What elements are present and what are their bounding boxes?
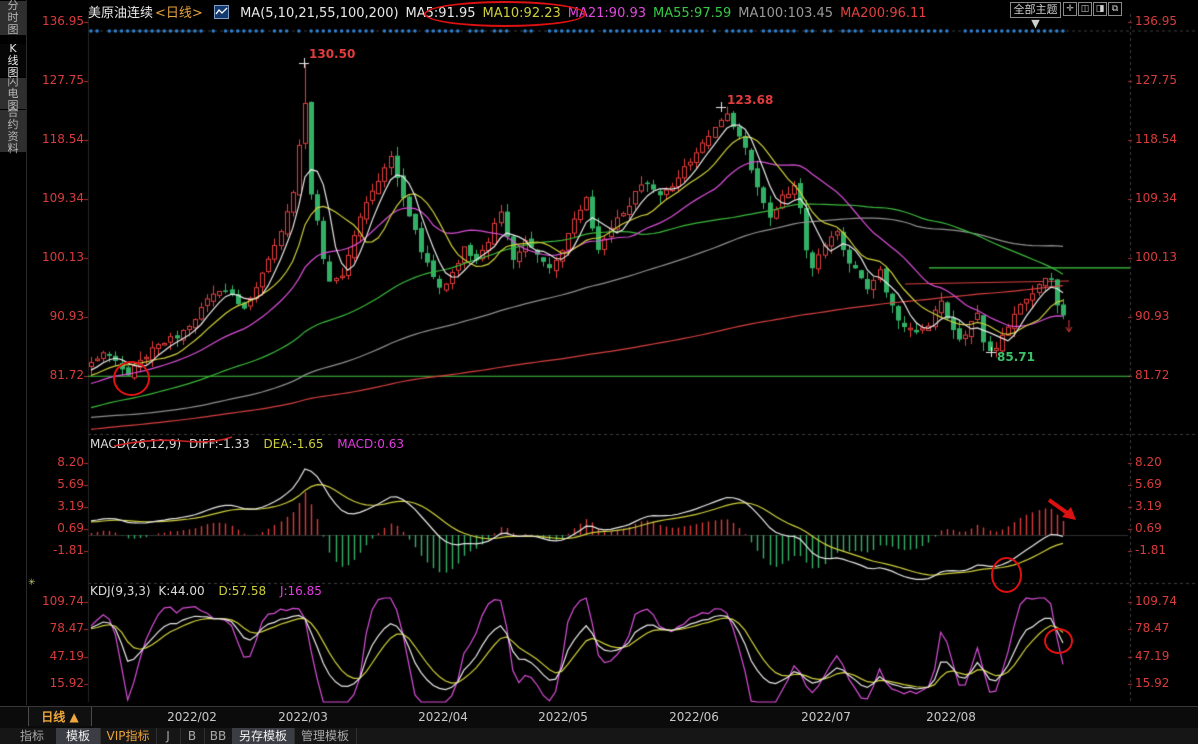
macd-title: MACD(26,12,9) [90, 437, 181, 451]
tab-另存模板[interactable]: 另存模板 [232, 728, 295, 744]
kdj-j-value: J:16.85 [280, 584, 322, 598]
kdj-d-value: D:57.58 [218, 584, 266, 598]
kdj-k-value: K:44.00 [158, 584, 204, 598]
window-icon-3[interactable]: ⧉ [1108, 2, 1122, 16]
tab-BB[interactable]: BB [204, 728, 233, 744]
macd-price-tick-right-2: 3.19 [1135, 499, 1162, 513]
kdj-price-tick-right-3: 15.92 [1135, 676, 1169, 690]
month-label-6: 2022/08 [926, 710, 976, 724]
tab-模板[interactable]: 模板 [56, 728, 101, 744]
window-icon-1[interactable]: ◫ [1078, 2, 1092, 16]
sidebar-item-3[interactable]: 合约资料 [0, 110, 26, 152]
macd-price-tick-right-3: 0.69 [1135, 521, 1162, 535]
kdj-price-tick-left-1: 78.47 [34, 621, 84, 635]
ma-value-2: MA21:90.93 [568, 6, 646, 21]
kdj-price-tick-left-0: 109.74 [34, 594, 84, 608]
ma-values: MA5:91.95 MA10:92.23 MA21:90.93 MA55:97.59 M… [406, 6, 934, 21]
macd-macd-value: MACD:0.63 [337, 437, 404, 451]
main-price-tick-right-1: 127.75 [1135, 73, 1177, 87]
kdj-price-tick-right-1: 78.47 [1135, 621, 1169, 635]
kdj-title: KDJ(9,3,3) [90, 584, 151, 598]
tab-B[interactable]: B [180, 728, 205, 744]
month-label-1: 2022/03 [278, 710, 328, 724]
month-label-4: 2022/06 [669, 710, 719, 724]
macd-dea-value: DEA:-1.65 [264, 437, 324, 451]
sidebar: 分时图 K线图闪电图合约资料 [0, 0, 27, 705]
symbol-name[interactable]: 美原油连续 [88, 6, 153, 21]
ma-value-3: MA55:97.59 [653, 6, 731, 21]
macd-price-tick-right-4: -1.81 [1135, 543, 1166, 557]
kdj-price-tick-right-2: 47.19 [1135, 649, 1169, 663]
x-axis-row: 日线 ▲ 2022/02 2022/03 2022/04 2022/05 2022/06… [0, 706, 1198, 729]
sidebar-item-2[interactable]: 闪电图 [0, 78, 26, 109]
month-label-0: 2022/02 [167, 710, 217, 724]
macd-price-tick-left-3: 0.69 [34, 521, 84, 535]
month-label-5: 2022/07 [801, 710, 851, 724]
main-price-tick-left-5: 90.93 [34, 309, 84, 323]
kdj-price-tick-left-3: 15.92 [34, 676, 84, 690]
main-price-tick-left-4: 100.13 [34, 250, 84, 264]
swing-high-price-label: 123.68 [727, 93, 773, 107]
macd-diff-value: DIFF:-1.33 [189, 437, 250, 451]
kdj-panel-header[interactable]: KDJ(9,3,3) K:44.00 D:57.58 J:16.85 [90, 584, 332, 598]
main-price-tick-right-4: 100.13 [1135, 250, 1177, 264]
macd-price-tick-left-1: 5.69 [34, 477, 84, 491]
sidebar-item-0[interactable]: 分时图 [0, 1, 26, 35]
main-price-tick-right-6: 81.72 [1135, 368, 1169, 382]
kdj-price-tick-left-2: 47.19 [34, 649, 84, 663]
main-price-tick-left-3: 109.34 [34, 191, 84, 205]
high-price-label: 130.50 [309, 47, 355, 61]
ma-settings-label: MA(5,10,21,55,100,200) [240, 6, 398, 21]
macd-panel-header[interactable]: MACD(26,12,9) DIFF:-1.33 DEA:-1.65 MACD:… [90, 437, 414, 451]
indicator-collapse-icon[interactable]: ✳ [28, 578, 36, 588]
ma-value-5: MA200:96.11 [840, 6, 927, 21]
themes-button[interactable]: 全部主题▼ [1010, 2, 1061, 18]
tab-VIP指标[interactable]: VIP指标 [100, 728, 157, 744]
chart-header: 美原油连续<日线> MA(5,10,21,55,100,200) MA5:91.9… [88, 2, 941, 22]
main-price-tick-right-3: 109.34 [1135, 191, 1177, 205]
main-price-tick-left-1: 127.75 [34, 73, 84, 87]
kdj-price-tick-right-0: 109.74 [1135, 594, 1177, 608]
tab-J[interactable]: J [156, 728, 181, 744]
macd-price-tick-right-1: 5.69 [1135, 477, 1162, 491]
period-tag[interactable]: <日线> [155, 6, 203, 21]
main-price-tick-left-0: 136.95 [34, 14, 84, 28]
main-price-tick-left-2: 118.54 [34, 132, 84, 146]
month-label-3: 2022/05 [538, 710, 588, 724]
main-price-tick-right-5: 90.93 [1135, 309, 1169, 323]
main-price-tick-left-6: 81.72 [34, 368, 84, 382]
charting-app: 分时图 K线图闪电图合约资料 美原油连续<日线> MA(5,10,21,55,10… [0, 0, 1198, 744]
window-icon-2[interactable]: ◨ [1093, 2, 1107, 16]
ma-value-1: MA10:92.23 [483, 6, 561, 21]
ma-value-4: MA100:103.45 [738, 6, 833, 21]
month-label-2: 2022/04 [418, 710, 468, 724]
main-price-tick-right-0: 136.95 [1135, 14, 1177, 28]
candlestick-chart[interactable] [0, 0, 1198, 744]
low-price-label: 85.71 [997, 350, 1035, 364]
sidebar-item-1[interactable]: K线图 [0, 44, 26, 77]
window-icon-0[interactable]: ✛ [1063, 2, 1077, 16]
main-price-tick-right-2: 118.54 [1135, 132, 1177, 146]
line-chart-icon [214, 5, 229, 19]
macd-price-tick-right-0: 8.20 [1135, 455, 1162, 469]
tab-管理模板[interactable]: 管理模板 [294, 728, 357, 744]
macd-price-tick-left-0: 8.20 [34, 455, 84, 469]
ma-value-0: MA5:91.95 [406, 6, 476, 21]
period-selector[interactable]: 日线 ▲ [28, 707, 92, 726]
bottom-tab-bar: 指标模板VIP指标JBBB另存模板管理模板 [0, 728, 1198, 744]
macd-price-tick-left-2: 3.19 [34, 499, 84, 513]
tab-指标[interactable]: 指标 [8, 728, 57, 744]
macd-price-tick-left-4: -1.81 [34, 543, 84, 557]
